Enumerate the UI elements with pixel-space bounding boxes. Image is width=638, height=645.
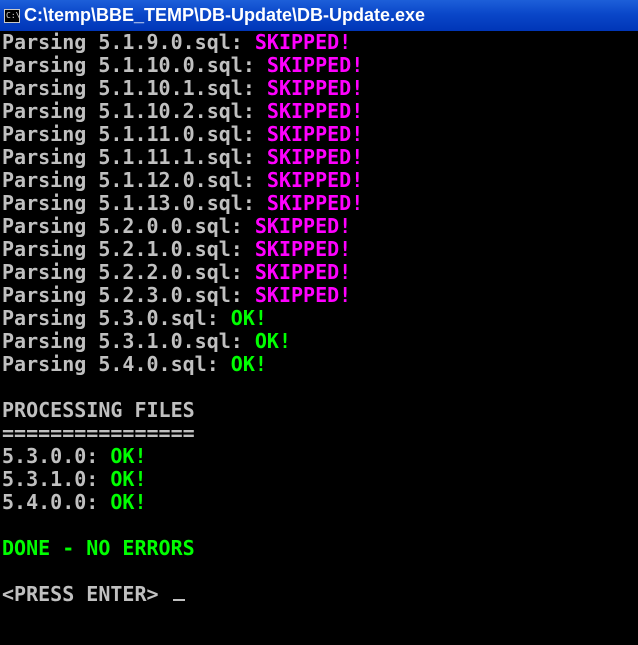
text-cursor bbox=[172, 599, 185, 601]
status-skipped: SKIPPED! bbox=[266, 122, 364, 146]
parse-label: Parsing 5.3.1.0.sql: bbox=[2, 329, 255, 353]
status-ok: OK! bbox=[230, 352, 267, 376]
console-icon[interactable]: C:\ bbox=[4, 8, 20, 23]
status-skipped: SKIPPED! bbox=[254, 260, 352, 284]
status-skipped: SKIPPED! bbox=[254, 214, 352, 238]
parse-label: Parsing 5.3.0.sql: bbox=[2, 306, 231, 330]
parse-label: Parsing 5.1.11.1.sql: bbox=[2, 145, 267, 169]
parse-line: Parsing 5.1.10.1.sql: SKIPPED! bbox=[2, 78, 363, 98]
parse-label: Parsing 5.1.10.2.sql: bbox=[2, 99, 267, 123]
parse-line: Parsing 5.2.2.0.sql: SKIPPED! bbox=[2, 262, 351, 282]
parse-label: Parsing 5.1.10.1.sql: bbox=[2, 76, 267, 100]
parse-line: Parsing 5.4.0.sql: OK! bbox=[2, 354, 267, 374]
processing-line: 5.3.1.0: OK! bbox=[2, 469, 147, 489]
status-skipped: SKIPPED! bbox=[266, 145, 364, 169]
title-bar[interactable]: C:\ C:\temp\BBE_TEMP\DB-Update\DB-Update… bbox=[0, 0, 638, 31]
status-skipped: SKIPPED! bbox=[254, 283, 352, 307]
parse-label: Parsing 5.2.0.0.sql: bbox=[2, 214, 255, 238]
parse-line: Parsing 5.1.13.0.sql: SKIPPED! bbox=[2, 193, 363, 213]
parse-line: Parsing 5.1.10.2.sql: SKIPPED! bbox=[2, 101, 363, 121]
parse-line: Parsing 5.2.0.0.sql: SKIPPED! bbox=[2, 216, 351, 236]
parse-line: Parsing 5.1.11.1.sql: SKIPPED! bbox=[2, 147, 363, 167]
press-enter-prompt[interactable]: <PRESS ENTER> bbox=[2, 584, 185, 604]
processing-line: 5.4.0.0: OK! bbox=[2, 492, 147, 512]
processing-header: PROCESSING FILES bbox=[2, 398, 195, 422]
status-skipped: SKIPPED! bbox=[254, 237, 352, 261]
status-ok: OK! bbox=[254, 329, 291, 353]
console-window: C:\ C:\temp\BBE_TEMP\DB-Update\DB-Update… bbox=[0, 0, 638, 645]
parse-line: Parsing 5.1.12.0.sql: SKIPPED! bbox=[2, 170, 363, 190]
console-output[interactable]: Parsing 5.1.9.0.sql: SKIPPED! Parsing 5.… bbox=[0, 31, 638, 645]
parse-line: Parsing 5.3.1.0.sql: OK! bbox=[2, 331, 291, 351]
processing-label: 5.3.0.0: bbox=[2, 444, 111, 468]
processing-underline: ================ bbox=[2, 421, 195, 445]
done-message: DONE - NO ERRORS bbox=[2, 536, 195, 560]
status-skipped: SKIPPED! bbox=[266, 53, 364, 77]
processing-line: 5.3.0.0: OK! bbox=[2, 446, 147, 466]
status-skipped: SKIPPED! bbox=[266, 168, 364, 192]
parse-label: Parsing 5.1.12.0.sql: bbox=[2, 168, 267, 192]
parse-line: Parsing 5.2.3.0.sql: SKIPPED! bbox=[2, 285, 351, 305]
parse-label: Parsing 5.2.3.0.sql: bbox=[2, 283, 255, 307]
processing-label: 5.4.0.0: bbox=[2, 490, 111, 514]
parse-label: Parsing 5.1.13.0.sql: bbox=[2, 191, 267, 215]
parse-line: Parsing 5.1.11.0.sql: SKIPPED! bbox=[2, 124, 363, 144]
status-ok: OK! bbox=[230, 306, 267, 330]
parse-line: Parsing 5.1.10.0.sql: SKIPPED! bbox=[2, 55, 363, 75]
parse-line: Parsing 5.2.1.0.sql: SKIPPED! bbox=[2, 239, 351, 259]
parse-label: Parsing 5.1.10.0.sql: bbox=[2, 53, 267, 77]
parse-label: Parsing 5.2.2.0.sql: bbox=[2, 260, 255, 284]
status-skipped: SKIPPED! bbox=[266, 191, 364, 215]
processing-label: 5.3.1.0: bbox=[2, 467, 111, 491]
status-skipped: SKIPPED! bbox=[266, 76, 364, 100]
prompt-text: <PRESS ENTER> bbox=[2, 582, 171, 606]
parse-label: Parsing 5.2.1.0.sql: bbox=[2, 237, 255, 261]
parse-line: Parsing 5.3.0.sql: OK! bbox=[2, 308, 267, 328]
status-skipped: SKIPPED! bbox=[266, 99, 364, 123]
parse-label: Parsing 5.1.11.0.sql: bbox=[2, 122, 267, 146]
parse-label: Parsing 5.4.0.sql: bbox=[2, 352, 231, 376]
parse-label: Parsing 5.1.9.0.sql: bbox=[2, 31, 255, 54]
status-ok: OK! bbox=[110, 490, 147, 514]
window-title: C:\temp\BBE_TEMP\DB-Update\DB-Update.exe bbox=[24, 5, 426, 25]
status-ok: OK! bbox=[110, 444, 147, 468]
status-ok: OK! bbox=[110, 467, 147, 491]
status-skipped: SKIPPED! bbox=[254, 31, 352, 54]
parse-line: Parsing 5.1.9.0.sql: SKIPPED! bbox=[2, 32, 351, 52]
